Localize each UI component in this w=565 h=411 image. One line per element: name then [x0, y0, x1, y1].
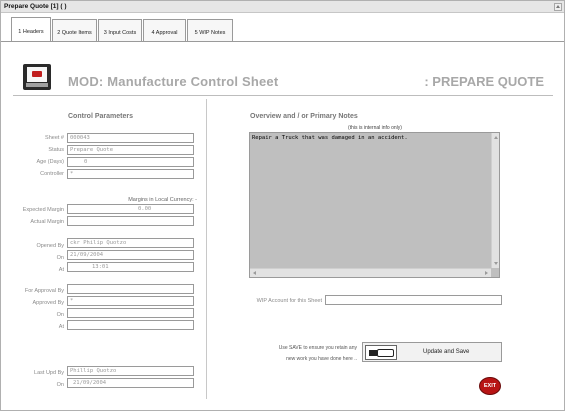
last-updated-on-label: On: [56, 382, 64, 388]
approved-at-field[interactable]: [67, 320, 194, 330]
opened-by-field[interactable]: ckr Philip Quotzo: [67, 238, 194, 248]
tab-quote-items[interactable]: 2 Quote Items: [52, 19, 97, 41]
opened-at-label: At: [58, 267, 64, 273]
actual-margin-label: Actual Margin: [30, 219, 64, 225]
tab-approval[interactable]: 4 Approval: [143, 19, 186, 41]
update-and-save-label: Update and Save: [423, 349, 470, 355]
age-days-field[interactable]: 0: [67, 157, 194, 167]
opened-on-field[interactable]: 21/09/2004: [67, 250, 194, 260]
exit-icon: EXIT: [483, 383, 497, 389]
scroll-left-icon[interactable]: [253, 271, 256, 275]
notes-horizontal-scrollbar[interactable]: [250, 268, 491, 277]
scroll-up-arrow-icon[interactable]: [554, 3, 562, 11]
approved-on-field[interactable]: [67, 308, 194, 318]
column-divider: [206, 99, 207, 399]
notes-textarea[interactable]: Repair a Truck that was damaged in an ac…: [249, 132, 500, 278]
title-bar: Prepare Quote [1] ( ): [1, 1, 564, 13]
controller-field[interactable]: *: [67, 169, 194, 179]
approved-on-label: On: [56, 312, 64, 318]
sheet-number-field[interactable]: 000043: [67, 133, 194, 143]
status-label: Status: [48, 147, 64, 153]
page-title: MOD: Manufacture Control Sheet: [68, 74, 279, 89]
controller-label: Controller: [40, 171, 64, 177]
actual-margin-field[interactable]: [67, 216, 194, 226]
tab-input-costs[interactable]: 3 Input Costs: [98, 19, 142, 41]
scroll-right-icon[interactable]: [485, 271, 488, 275]
for-approval-by-label: For Approval By: [24, 288, 64, 294]
control-parameters-title: Control Parameters: [68, 113, 133, 120]
last-updated-by-field[interactable]: Phillip Quotzo: [67, 366, 194, 376]
for-approval-by-field[interactable]: [67, 284, 194, 294]
control-sheet-logo-icon: [23, 64, 51, 90]
notes-subtitle: (this is internal info only): [348, 125, 402, 131]
wip-account-label: WIP Account for this Sheet: [256, 298, 322, 304]
page-status: : PREPARE QUOTE: [424, 74, 544, 89]
window-title: Prepare Quote [1] ( ): [4, 3, 67, 10]
scroll-down-icon[interactable]: [494, 262, 498, 265]
sheet-number-label: Sheet #: [45, 135, 64, 141]
save-hint-line-2: new work you have done here ..: [286, 356, 357, 362]
last-updated-by-label: Last Upd By: [34, 370, 64, 376]
notes-text: Repair a Truck that was damaged in an ac…: [252, 135, 408, 141]
exit-button[interactable]: EXIT: [479, 377, 501, 395]
opened-at-field[interactable]: 13:01: [67, 262, 194, 272]
approved-at-label: At: [58, 324, 64, 330]
update-and-save-button[interactable]: Update and Save: [362, 342, 502, 362]
tab-strip-divider: [1, 41, 564, 42]
opened-on-label: On: [56, 255, 64, 261]
window: Prepare Quote [1] ( ) 1 Headers 2 Quote …: [0, 0, 565, 411]
pointing-hand-icon: [365, 345, 397, 360]
expected-margin-field[interactable]: 0.00: [67, 204, 194, 214]
notes-vertical-scrollbar[interactable]: [491, 133, 499, 268]
opened-by-label: Opened By: [36, 243, 64, 249]
margins-note: Margins in Local Currency: -: [128, 197, 197, 203]
scroll-up-icon[interactable]: [494, 136, 498, 139]
tab-wip-notes[interactable]: 5 WIP Notes: [187, 19, 233, 41]
status-field[interactable]: Prepare Quote: [67, 145, 194, 155]
approved-by-field[interactable]: *: [67, 296, 194, 306]
save-hint-line-1: Use SAVE to ensure you retain any: [278, 345, 357, 351]
wip-account-field[interactable]: [325, 295, 502, 305]
last-updated-on-field[interactable]: 21/09/2004: [67, 378, 194, 388]
approved-by-label: Approved By: [32, 300, 65, 306]
tab-headers[interactable]: 1 Headers: [11, 17, 51, 41]
overview-notes-title: Overview and / or Primary Notes: [250, 113, 358, 120]
header-divider: [13, 95, 553, 96]
expected-margin-label: Expected Margin: [22, 207, 64, 213]
age-days-label: Age (Days): [36, 159, 64, 165]
